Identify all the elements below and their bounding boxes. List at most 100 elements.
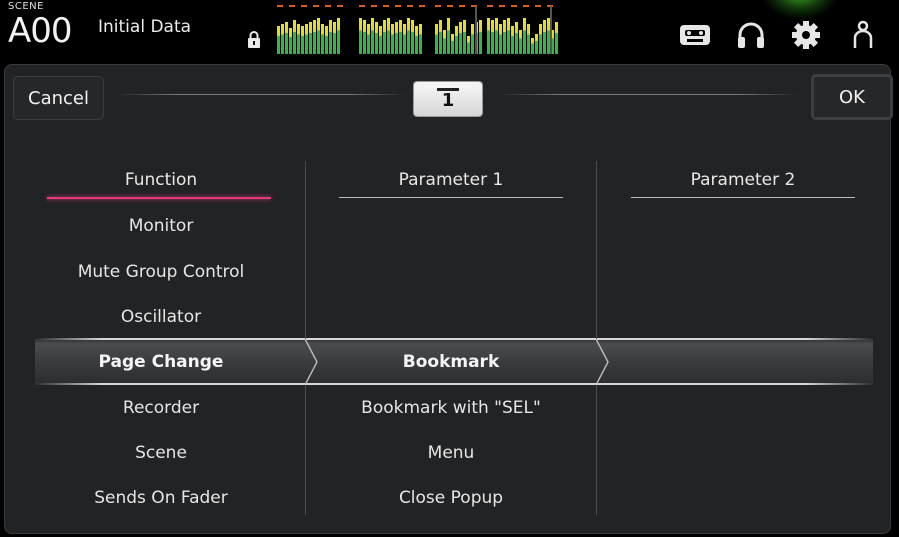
- meter-bar: [495, 18, 498, 54]
- parameter1-header-underline: [339, 197, 563, 198]
- meter-bar: [285, 22, 288, 54]
- meter-bar: [487, 18, 490, 54]
- meter-peak-hold: [499, 5, 505, 7]
- headphones-icon[interactable]: [736, 21, 766, 49]
- meter-bar: [439, 20, 442, 54]
- meter-bar: [293, 20, 296, 54]
- user-defined-key-badge: 1: [414, 82, 482, 116]
- meter-peak-hold: [383, 5, 389, 7]
- param1-item-bookmark[interactable]: Bookmark: [339, 352, 563, 372]
- cancel-button[interactable]: Cancel: [13, 76, 104, 120]
- recorder-icon[interactable]: [679, 24, 711, 46]
- meter-bar: [507, 18, 510, 54]
- scene-title[interactable]: Initial Data: [98, 17, 191, 37]
- meter-bar: [527, 24, 530, 54]
- meter-bar: [511, 26, 514, 54]
- meter-bar: [313, 20, 316, 54]
- meter-peak-hold: [487, 5, 493, 7]
- meter-peak-hold: [395, 5, 401, 7]
- ok-button[interactable]: OK: [811, 74, 893, 120]
- meter-bar: [555, 22, 558, 54]
- meter-peak-hold: [371, 5, 377, 7]
- param1-item-menu[interactable]: Menu: [339, 443, 563, 463]
- function-item-scene[interactable]: Scene: [47, 443, 275, 463]
- meter-peak-hold: [325, 5, 331, 7]
- meter-bar: [325, 26, 328, 54]
- meter-separator: [475, 6, 477, 54]
- key-number: 1: [441, 90, 455, 111]
- selected-row-top-edge: [35, 338, 873, 340]
- parameter1-column-header[interactable]: Parameter 1: [339, 170, 563, 190]
- meter-peak-hold: [459, 5, 465, 7]
- column-divider-1-upper: [305, 161, 306, 339]
- meter-bar: [383, 20, 386, 54]
- scene-number[interactable]: A00: [8, 14, 73, 48]
- function-item-monitor[interactable]: Monitor: [47, 216, 275, 236]
- meter-bar: [419, 24, 422, 54]
- function-item-page-change[interactable]: Page Change: [47, 352, 275, 372]
- meter-bar: [309, 22, 312, 54]
- meter-bar: [367, 24, 370, 54]
- meter-bar: [443, 30, 446, 54]
- meter-peak-hold: [301, 5, 307, 7]
- meter-separator: [550, 6, 552, 54]
- meter-bar: [391, 24, 394, 54]
- parameter2-column-header[interactable]: Parameter 2: [631, 170, 855, 190]
- title-divider-right: [499, 94, 799, 95]
- meter-bar: [329, 20, 332, 54]
- meter-bar: [531, 38, 534, 54]
- function-column-header[interactable]: Function: [47, 170, 275, 190]
- meter-peak-hold: [523, 5, 529, 7]
- meter-peak-hold: [435, 5, 441, 7]
- meter-bar: [503, 20, 506, 54]
- meter-peak-hold: [511, 5, 517, 7]
- function-item-sends-on-fader[interactable]: Sends On Fader: [47, 488, 275, 508]
- meter-bar: [371, 18, 374, 54]
- meter-bar: [363, 20, 366, 54]
- column-divider-1-lower: [305, 385, 306, 515]
- function-item-oscillator[interactable]: Oscillator: [47, 307, 275, 327]
- meter-bar: [543, 20, 546, 54]
- meter-bar: [539, 24, 542, 54]
- meter-bar: [301, 26, 304, 54]
- param1-item-close-popup[interactable]: Close Popup: [339, 488, 563, 508]
- param1-item-bookmark-with-sel[interactable]: Bookmark with "SEL": [339, 398, 563, 418]
- meter-bar: [471, 24, 474, 54]
- meter-bar: [289, 28, 292, 54]
- meter-bar: [399, 20, 402, 54]
- column-divider-2-lower: [596, 385, 597, 515]
- meter-bar: [379, 26, 382, 54]
- meter-bar: [455, 26, 458, 54]
- meter-bar: [519, 30, 522, 54]
- row-arrow-2: [595, 339, 609, 385]
- meter-bar: [491, 20, 494, 54]
- meter-peak-hold: [359, 5, 365, 7]
- row-arrow-1: [304, 339, 318, 385]
- meter-bar: [451, 34, 454, 54]
- meter-bar: [297, 24, 300, 54]
- meter-bar: [515, 22, 518, 54]
- meter-peak-hold: [419, 5, 425, 7]
- parameter2-header-underline: [631, 197, 855, 198]
- function-item-recorder[interactable]: Recorder: [47, 398, 275, 418]
- function-item-mute-group-control[interactable]: Mute Group Control: [47, 262, 275, 282]
- settings-gear-icon[interactable]: [791, 20, 821, 50]
- meter-bar: [467, 36, 470, 54]
- user-icon[interactable]: [852, 20, 874, 50]
- meter-bar: [395, 22, 398, 54]
- meter-peak-hold: [337, 5, 343, 7]
- selected-row-bottom-edge: [35, 383, 873, 385]
- meter-peak-hold: [447, 5, 453, 7]
- meter-bar: [359, 18, 362, 54]
- meter-bar: [499, 24, 502, 54]
- column-divider-2-upper: [596, 161, 597, 339]
- meter-bar: [463, 20, 466, 54]
- lock-icon: [248, 31, 260, 48]
- meter-peak-hold: [407, 5, 413, 7]
- meter-peak-hold: [277, 5, 283, 7]
- top-status-bar: SCENE A00 Initial Data: [0, 0, 899, 64]
- meter-peak-hold: [535, 5, 541, 7]
- meter-bar: [277, 26, 280, 54]
- meter-bar: [523, 18, 526, 54]
- meter-bar: [403, 24, 406, 54]
